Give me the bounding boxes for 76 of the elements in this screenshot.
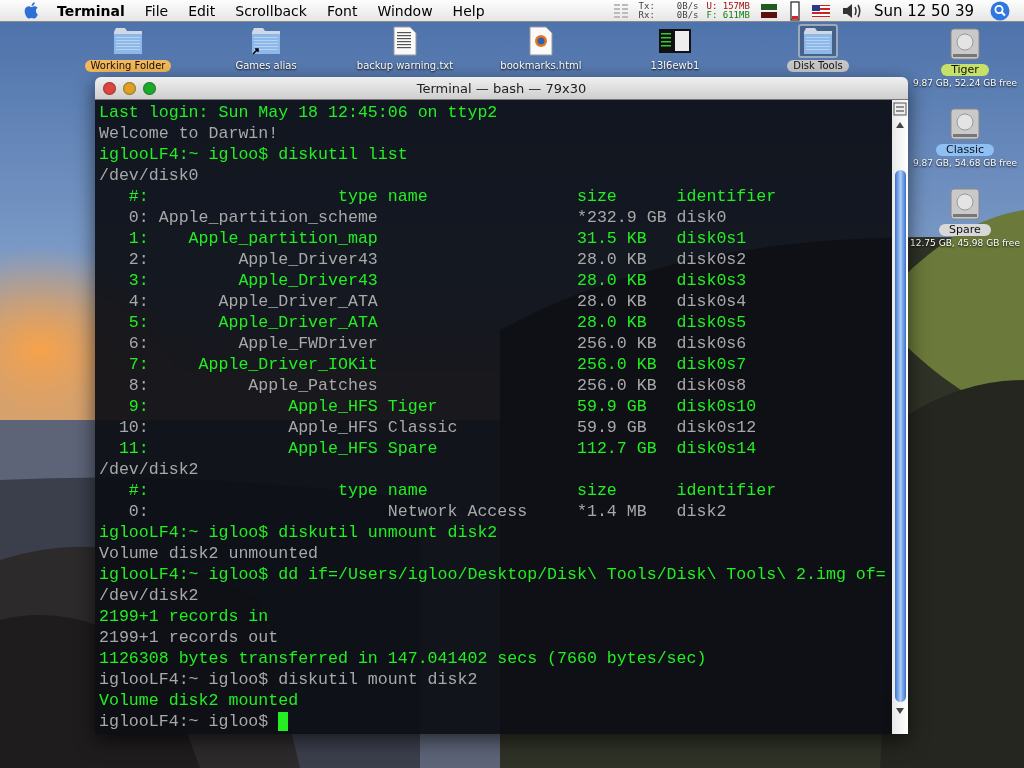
scroll-up-icon[interactable] — [895, 120, 905, 130]
zoom-button[interactable] — [143, 81, 156, 95]
grip-icon[interactable] — [612, 2, 629, 19]
terminal-line: #: type name size identifier — [127, 186, 778, 207]
menu-item[interactable]: Window — [367, 2, 443, 19]
apple-logo-icon[interactable] — [24, 1, 41, 20]
tx-rate: 0B/s — [676, 1, 699, 11]
close-button[interactable] — [103, 81, 116, 95]
memory-bars-icon[interactable] — [759, 2, 778, 19]
terminal-line: 4: Apple_Driver_ATA 28.0 KB disk0s4 — [127, 291, 748, 312]
terminal-line: Volume disk2 unmounted — [99, 543, 320, 564]
terminal-line: 1: Apple_partition_map 31.5 KB disk0s1 — [127, 228, 748, 249]
terminal-line: Welcome to Darwin! — [99, 123, 280, 144]
text-cursor — [278, 712, 289, 731]
terminal-line: 0: Network Access *1.4 MB disk2 — [127, 501, 728, 522]
scroll-down-icon[interactable] — [895, 706, 905, 716]
prompt: iglooLF4:~ igloo$ — [99, 711, 270, 732]
terminal-line: Last login: Sun May 18 12:45:06 on ttyp2 — [99, 102, 499, 123]
terminal-line: 5: Apple_Driver_ATA 28.0 KB disk0s5 — [127, 312, 748, 333]
window-title: Terminal — bash — 79x30 — [415, 80, 588, 96]
file-label[interactable]: Disk Tools — [787, 60, 849, 72]
rx-rate: 0B/s — [676, 10, 699, 20]
terminal-line: 2199+1 records in — [99, 606, 270, 627]
file-label[interactable]: 13l6ewb1 — [644, 60, 706, 72]
menu-item[interactable]: Scrollback — [225, 2, 317, 19]
search-icon[interactable] — [990, 0, 1010, 21]
terminal-line: /dev/disk2 — [99, 459, 200, 480]
clock[interactable]: Sun 12 50 39 — [873, 1, 974, 20]
tx-label: Tx: — [638, 1, 655, 11]
volume-info: 9.87 GB, 54.68 GB free — [912, 158, 1018, 168]
volume-label[interactable]: Classic — [935, 144, 994, 156]
menu-item[interactable]: Edit — [178, 2, 226, 19]
volume-label[interactable]: Tiger — [941, 64, 989, 76]
file-label[interactable]: bookmarks.html — [494, 60, 588, 72]
terminal-line: iglooLF4:~ igloo$ diskutil mount disk2 — [99, 669, 479, 690]
scroll-thumb[interactable] — [894, 170, 906, 702]
file-label[interactable]: Games alias — [229, 60, 303, 72]
terminal-line: 1126308 bytes transferred in 147.041402 secs (7660 bytes/sec) — [99, 648, 708, 669]
volume-icon[interactable] — [841, 2, 862, 19]
minimize-button[interactable] — [123, 81, 136, 95]
terminal-line: 0: Apple_partition_scheme *232.9 GB disk0 — [127, 207, 728, 228]
rx-label: Rx: — [638, 10, 655, 20]
terminal-line: #: type name size identifier — [127, 480, 778, 501]
scrollbar[interactable] — [892, 100, 908, 734]
folder-icon[interactable] — [798, 24, 838, 58]
memory-free: F: 611MB — [706, 10, 750, 20]
hard-drive-icon[interactable] — [950, 108, 980, 142]
volume-label[interactable]: Spare — [939, 224, 991, 236]
app-menu[interactable]: Terminal — [47, 2, 135, 19]
terminal-line: 11: Apple_HFS Spare 112.7 GB disk0s14 — [117, 438, 758, 459]
terminal-line: 3: Apple_Driver43 28.0 KB disk0s3 — [127, 270, 748, 291]
volume-info: 9.87 GB, 52.24 GB free — [912, 78, 1018, 88]
terminal-line: 7: Apple_Driver_IOKit 256.0 KB disk0s7 — [127, 354, 748, 375]
terminal-line: iglooLF4:~ igloo$ diskutil unmount disk2 — [99, 522, 499, 543]
battery-icon[interactable] — [789, 0, 800, 21]
terminal-line: /dev/disk0 — [99, 165, 200, 186]
file-label[interactable]: Working Folder — [84, 60, 172, 72]
flag-icon[interactable] — [811, 4, 830, 17]
terminal-line: iglooLF4:~ igloo$ dd if=/Users/igloo/Desktop/Disk\ Tools/Disk\ Tools\ 2.img of= — [99, 564, 887, 585]
menu-item[interactable]: Help — [442, 2, 495, 19]
menu-item[interactable]: File — [134, 2, 179, 19]
terminal-line: 10: Apple_HFS Classic 59.9 GB disk0s12 — [117, 417, 758, 438]
terminal-line: Volume disk2 mounted — [99, 690, 300, 711]
volume-info: 12.75 GB, 45.98 GB free — [910, 238, 1020, 248]
hard-drive-icon[interactable] — [950, 188, 980, 222]
hard-drive-icon[interactable] — [950, 28, 980, 62]
terminal-line: 2: Apple_Driver43 28.0 KB disk0s2 — [127, 249, 748, 270]
memory-used: U: 157MB — [706, 1, 750, 11]
terminal-line: iglooLF4:~ igloo$ diskutil list — [99, 144, 409, 165]
terminal-line: 6: Apple_FWDriver 256.0 KB disk0s6 — [127, 333, 748, 354]
terminal-line: 2199+1 records out — [99, 627, 280, 648]
menu-item[interactable]: Font — [316, 2, 368, 19]
terminal-line: 9: Apple_HFS Tiger 59.9 GB disk0s10 — [127, 396, 758, 417]
terminal-line: /dev/disk2 — [99, 585, 200, 606]
file-label[interactable]: backup warning.txt — [350, 60, 460, 72]
terminal-line: 8: Apple_Patches 256.0 KB disk0s8 — [127, 375, 748, 396]
